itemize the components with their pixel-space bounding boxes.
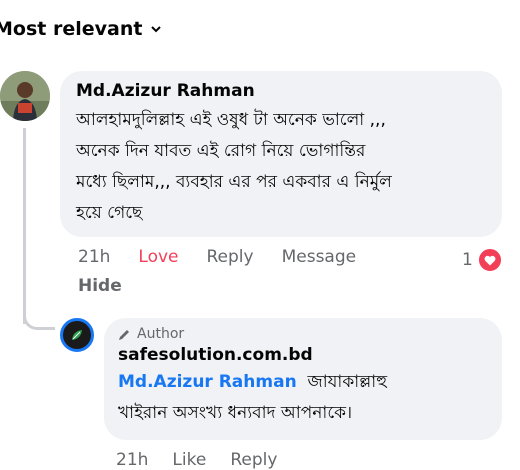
reply-text: Md.Azizur Rahman জাযাকাল্লাহু খাইরান অসং… — [118, 367, 488, 429]
reply-bubble: Author safesolution.com.bd Md.Azizur Rah… — [104, 318, 502, 440]
reply-time[interactable]: 21h — [116, 450, 148, 470]
author-avatar[interactable] — [60, 318, 94, 352]
author-badge-label: Author — [137, 326, 185, 342]
pencil-icon — [119, 329, 129, 340]
comment-text: আলহামদুলিল্লাহ এই ওষুধ টা অনেক ভালো ,,, … — [76, 110, 392, 223]
reply-author[interactable]: safesolution.com.bd — [118, 345, 488, 365]
like-button[interactable]: Like — [172, 450, 206, 470]
avatar[interactable] — [0, 71, 50, 121]
comment-bubble: Md.Azizur Rahman আলহামদুলিল্লাহ এই ওষুধ … — [60, 71, 502, 237]
love-button[interactable]: Love — [138, 247, 178, 267]
thread-connector — [23, 300, 55, 330]
comment-actions: 21h Love Reply Message — [78, 247, 384, 267]
sort-dropdown[interactable]: Most relevant — [0, 18, 162, 40]
reply-reply-button[interactable]: Reply — [230, 450, 277, 470]
reaction-count: 1 — [462, 250, 473, 270]
reaction-summary[interactable]: 1 — [462, 247, 503, 273]
mention-link[interactable]: Md.Azizur Rahman — [118, 372, 297, 392]
heart-icon — [476, 247, 503, 273]
thread-line — [23, 128, 26, 324]
reply-text-line1: জাযাকাল্লাহু — [307, 372, 388, 392]
chevron-down-icon — [151, 26, 162, 33]
author-badge: Author — [118, 326, 488, 342]
sort-label: Most relevant — [0, 18, 143, 40]
comment-author[interactable]: Md.Azizur Rahman — [76, 80, 486, 102]
leaf-logo-icon — [72, 330, 82, 340]
comment-time[interactable]: 21h — [78, 247, 110, 267]
hide-button[interactable]: Hide — [78, 276, 122, 296]
message-button[interactable]: Message — [282, 247, 357, 267]
reply-text-line2: খাইরান অসংখ্য ধন্যবাদ আপনাকে। — [118, 403, 353, 423]
reply-actions: 21h Like Reply — [116, 450, 301, 470]
reply-button[interactable]: Reply — [207, 247, 254, 267]
